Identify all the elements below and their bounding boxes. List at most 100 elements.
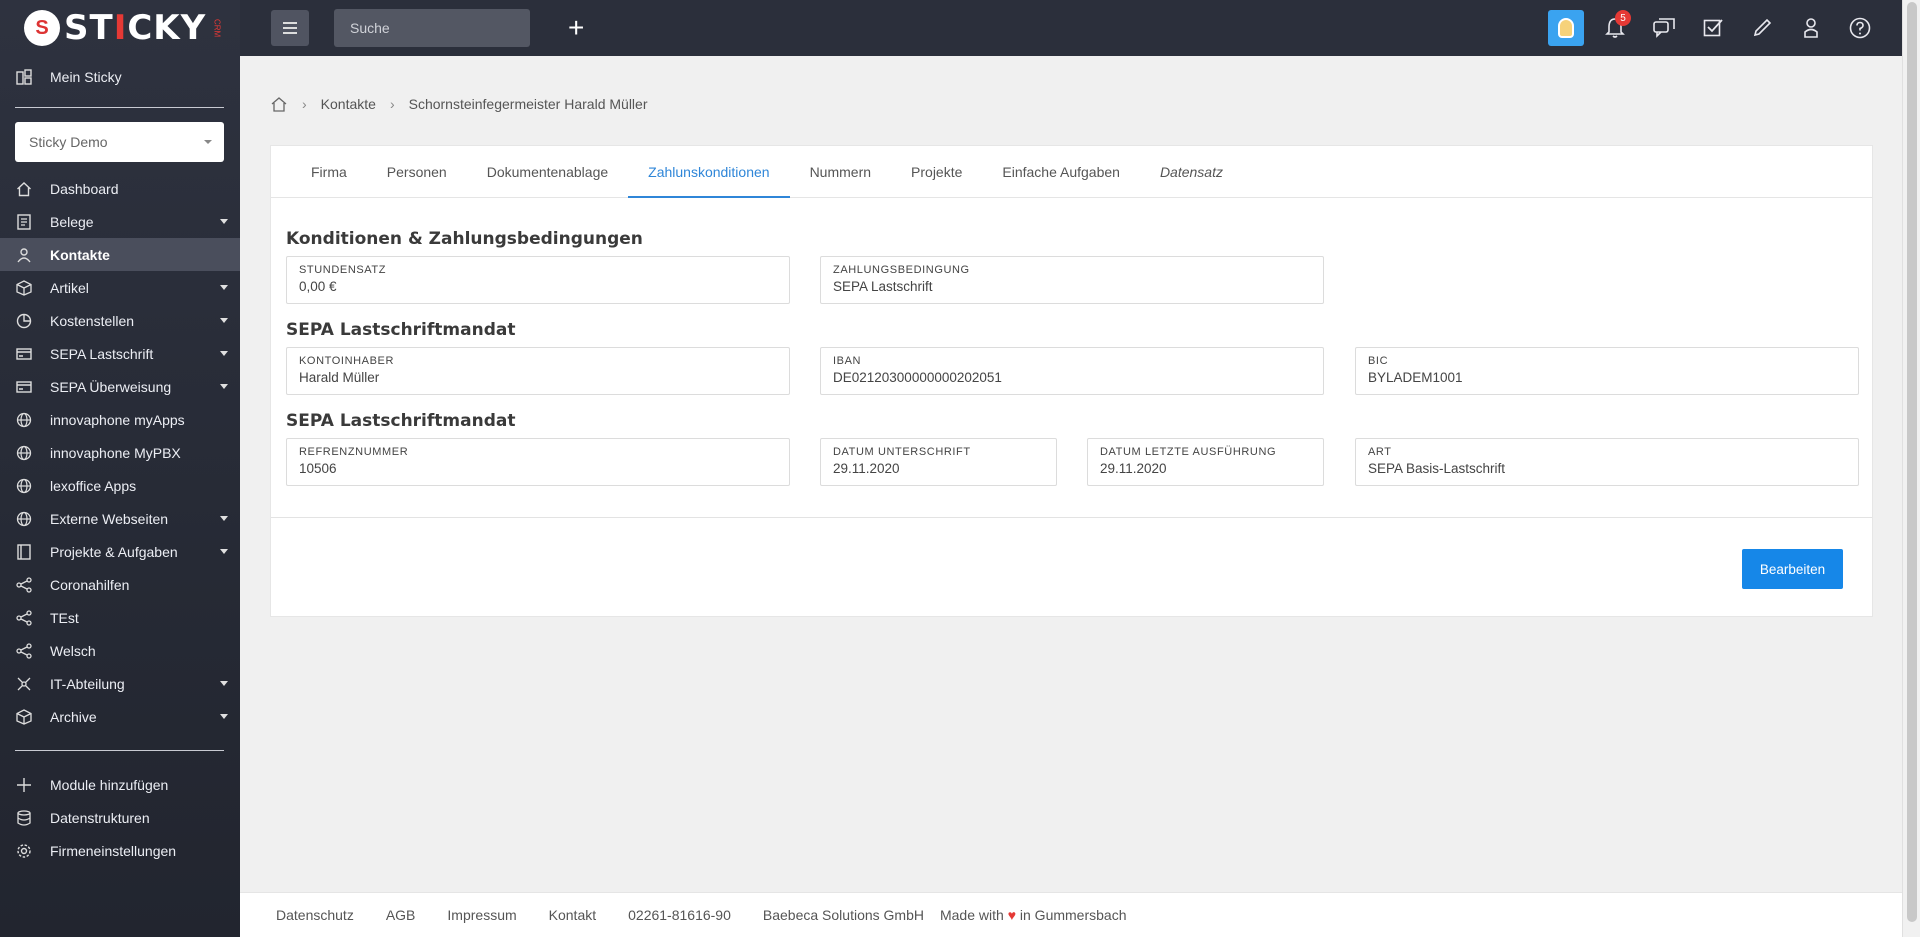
- sidebar-item-datenstrukturen[interactable]: Datenstrukturen: [0, 801, 240, 834]
- field-value: DE02120300000000202051: [833, 370, 1002, 385]
- brand-wordmark: STICKY: [64, 8, 207, 48]
- sidebar-item-label: SEPA Überweisung: [50, 378, 172, 395]
- sidebar-item-label: innovaphone MyPBX: [50, 444, 181, 461]
- hamburger-line: [283, 27, 297, 29]
- sidebar-item-coronahilfen[interactable]: Coronahilfen: [0, 568, 240, 601]
- field-datum-unterschrift: DATUM UNTERSCHRIFT 29.11.2020: [820, 438, 1057, 486]
- sidebar-item-sepa-überweisung[interactable]: SEPA Überweisung: [0, 370, 240, 403]
- sidebar-item-externe-webseiten[interactable]: Externe Webseiten: [0, 502, 240, 535]
- sidebar-item-label: Kostenstellen: [50, 312, 135, 329]
- tab-datensatz[interactable]: Datensatz: [1140, 146, 1243, 197]
- pie-chart-icon: [14, 311, 34, 331]
- footer: Datenschutz AGB Impressum Kontakt 02261-…: [240, 892, 1902, 937]
- notifications-button[interactable]: 5: [1590, 8, 1639, 48]
- field-label: BIC: [1368, 355, 1389, 367]
- sidebar-item-projekte-aufgaben[interactable]: Projekte & Aufgaben: [0, 535, 240, 568]
- card-icon: [14, 377, 34, 397]
- field-label: REFRENZNUMMER: [299, 446, 409, 458]
- sidebar-item-label: TEst: [50, 609, 79, 626]
- sidebar-item-mein-sticky[interactable]: Mein Sticky: [0, 60, 240, 93]
- box-icon: [14, 278, 34, 298]
- sidebar-item-label: Mein Sticky: [50, 68, 122, 85]
- field-value: SEPA Basis-Lastschrift: [1368, 461, 1506, 476]
- home-icon[interactable]: [270, 96, 288, 112]
- chevron-down-icon: [220, 285, 228, 290]
- sticky-logo[interactable]: S STICKY CRM: [0, 0, 240, 56]
- globe-icon: [14, 509, 34, 529]
- sidebar-item-welsch[interactable]: Welsch: [0, 634, 240, 667]
- chevron-down-icon: [220, 681, 228, 686]
- field-label: KONTOINHABER: [299, 355, 395, 367]
- field-value: SEPA Lastschrift: [833, 279, 933, 294]
- book-icon: [14, 542, 34, 562]
- chevron-down-icon: [220, 351, 228, 356]
- tab-firma[interactable]: Firma: [291, 146, 367, 197]
- field-art: ART SEPA Basis-Lastschrift: [1355, 438, 1859, 486]
- tab-nummern[interactable]: Nummern: [790, 146, 891, 197]
- sidebar-item-sepa-lastschrift[interactable]: SEPA Lastschrift: [0, 337, 240, 370]
- brand-tag: CRM: [212, 18, 222, 38]
- chevron-right-icon: ›: [389, 96, 395, 112]
- footer-link-impressum[interactable]: Impressum: [447, 907, 516, 923]
- footer-made-with: Made with ♥ in Gummersbach: [940, 907, 1127, 923]
- share-icon: [14, 608, 34, 628]
- help-button[interactable]: [1835, 8, 1884, 48]
- sidebar-item-module-hinzufügen[interactable]: Module hinzufügen: [0, 768, 240, 801]
- tab-dokumentenablage[interactable]: Dokumentenablage: [467, 146, 628, 197]
- field-value: Harald Müller: [299, 370, 380, 385]
- user-profile-button[interactable]: [1786, 8, 1835, 48]
- tab-personen[interactable]: Personen: [367, 146, 467, 197]
- field-value: 10506: [299, 461, 337, 476]
- hamburger-menu-button[interactable]: [271, 10, 309, 46]
- tab-bar: Firma Personen Dokumentenablage Zahlunskond…: [271, 146, 1872, 198]
- tab-zahlunskonditionen[interactable]: Zahlunskonditionen: [628, 146, 790, 198]
- checkbox-icon: [1703, 19, 1723, 37]
- sidebar-item-archive[interactable]: Archive: [0, 700, 240, 733]
- sidebar-item-artikel[interactable]: Artikel: [0, 271, 240, 304]
- footer-link-agb[interactable]: AGB: [386, 907, 416, 923]
- add-new-plus-button[interactable]: +: [568, 14, 584, 42]
- tab-einfache-aufgaben[interactable]: Einfache Aufgaben: [982, 146, 1140, 197]
- share-icon: [14, 641, 34, 661]
- database-icon: [14, 808, 34, 828]
- tab-projekte[interactable]: Projekte: [891, 146, 982, 197]
- hamburger-line: [283, 22, 297, 24]
- search-input[interactable]: [334, 9, 530, 47]
- sidebar-item-test[interactable]: TEst: [0, 601, 240, 634]
- field-label: STUNDENSATZ: [299, 264, 387, 276]
- edit-button[interactable]: [1737, 8, 1786, 48]
- sidebar-item-dashboard[interactable]: Dashboard: [0, 172, 240, 205]
- field-referenznummer: REFRENZNUMMER 10506: [286, 438, 790, 486]
- bearbeiten-button[interactable]: Bearbeiten: [1742, 549, 1843, 589]
- footer-link-kontakt[interactable]: Kontakt: [549, 907, 596, 923]
- sidebar-item-firmeneinstellungen[interactable]: Firmeneinstellungen: [0, 834, 240, 867]
- breadcrumb-item-current: Schornsteinfegermeister Harald Müller: [408, 96, 648, 112]
- user-avatar-button[interactable]: [1541, 8, 1590, 48]
- sidebar-item-lexoffice-apps[interactable]: lexoffice Apps: [0, 469, 240, 502]
- sidebar-item-kontakte[interactable]: Kontakte: [0, 238, 240, 271]
- sidebar-item-it-abteilung[interactable]: IT-Abteilung: [0, 667, 240, 700]
- field-iban: IBAN DE02120300000000202051: [820, 347, 1324, 395]
- scrollbar-thumb[interactable]: [1907, 2, 1917, 922]
- field-bic: BIC BYLADEM1001: [1355, 347, 1859, 395]
- sidebar-item-label: Datenstrukturen: [50, 809, 150, 826]
- sidebar-item-label: lexoffice Apps: [50, 477, 137, 494]
- chat-button[interactable]: [1639, 8, 1688, 48]
- sidebar-item-belege[interactable]: Belege: [0, 205, 240, 238]
- sidebar-item-innovaphone-myapps[interactable]: innovaphone myApps: [0, 403, 240, 436]
- gear-icon: [14, 841, 34, 861]
- tasks-button[interactable]: [1688, 8, 1737, 48]
- chevron-down-icon: [204, 140, 212, 144]
- sidebar-item-kostenstellen[interactable]: Kostenstellen: [0, 304, 240, 337]
- notification-badge: 5: [1615, 10, 1631, 26]
- footer-link-datenschutz[interactable]: Datenschutz: [276, 907, 354, 923]
- sidebar-item-innovaphone-mypbx[interactable]: innovaphone MyPBX: [0, 436, 240, 469]
- breadcrumb-item-kontakte[interactable]: Kontakte: [321, 96, 376, 112]
- chevron-down-icon: [220, 318, 228, 323]
- page-scrollbar[interactable]: [1902, 0, 1920, 937]
- field-value: 29.11.2020: [1100, 461, 1167, 476]
- sidebar-bottom-nav: Module hinzufügen Datenstrukturen Firmenei…: [0, 768, 240, 867]
- plus-icon: [14, 775, 34, 795]
- sidebar-item-label: Kontakte: [50, 246, 110, 263]
- tenant-select[interactable]: Sticky Demo: [15, 122, 224, 162]
